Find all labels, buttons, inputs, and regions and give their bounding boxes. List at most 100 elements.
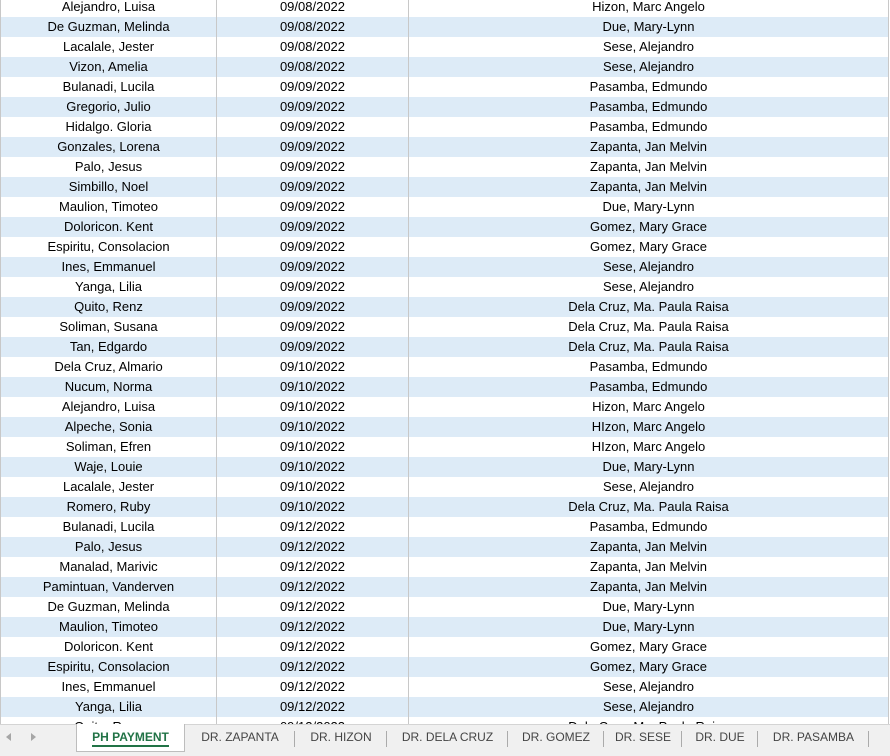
date-cell[interactable]: 09/12/2022 <box>217 697 409 717</box>
date-cell[interactable]: 09/08/2022 <box>217 0 409 17</box>
date-cell[interactable]: 09/09/2022 <box>217 97 409 117</box>
patient-name-cell[interactable]: Bulanadi, Lucila <box>1 77 217 97</box>
doctor-name-cell[interactable]: Pasamba, Edmundo <box>409 77 889 97</box>
date-cell[interactable]: 09/09/2022 <box>217 217 409 237</box>
patient-name-cell[interactable]: Espiritu, Consolacion <box>1 237 217 257</box>
date-cell[interactable]: 09/08/2022 <box>217 17 409 37</box>
doctor-name-cell[interactable]: Hizon, Marc Angelo <box>409 397 889 417</box>
sheet-tab-dr-gomez[interactable]: DR. GOMEZ <box>508 724 604 752</box>
doctor-name-cell[interactable]: Dela Cruz, Ma. Paula Raisa <box>409 337 889 357</box>
doctor-name-cell[interactable]: Dela Cruz, Ma. Paula Raisa <box>409 297 889 317</box>
doctor-name-cell[interactable]: Due, Mary-Lynn <box>409 197 889 217</box>
date-cell[interactable]: 09/12/2022 <box>217 557 409 577</box>
doctor-name-cell[interactable]: Sese, Alejandro <box>409 277 889 297</box>
patient-name-cell[interactable]: Hidalgo. Gloria <box>1 117 217 137</box>
doctor-name-cell[interactable]: Zapanta, Jan Melvin <box>409 157 889 177</box>
doctor-name-cell[interactable]: Pasamba, Edmundo <box>409 377 889 397</box>
doctor-name-cell[interactable]: Due, Mary-Lynn <box>409 617 889 637</box>
patient-name-cell[interactable]: Yanga, Lilia <box>1 697 217 717</box>
doctor-name-cell[interactable]: Gomez, Mary Grace <box>409 657 889 677</box>
doctor-name-cell[interactable]: Due, Mary-Lynn <box>409 17 889 37</box>
sheet-tab-dr-zapanta[interactable]: DR. ZAPANTA <box>185 724 295 752</box>
doctor-name-cell[interactable]: Sese, Alejandro <box>409 477 889 497</box>
date-cell[interactable]: 09/09/2022 <box>217 157 409 177</box>
doctor-name-cell[interactable]: Zapanta, Jan Melvin <box>409 557 889 577</box>
patient-name-cell[interactable]: Pamintuan, Vanderven <box>1 577 217 597</box>
date-cell[interactable]: 09/12/2022 <box>217 657 409 677</box>
doctor-name-cell[interactable]: Zapanta, Jan Melvin <box>409 537 889 557</box>
date-cell[interactable]: 09/09/2022 <box>217 137 409 157</box>
date-cell[interactable]: 09/12/2022 <box>217 677 409 697</box>
doctor-name-cell[interactable]: Pasamba, Edmundo <box>409 117 889 137</box>
date-cell[interactable]: 09/10/2022 <box>217 417 409 437</box>
patient-name-cell[interactable]: Doloricon. Kent <box>1 217 217 237</box>
patient-name-cell[interactable]: Palo, Jesus <box>1 157 217 177</box>
patient-name-cell[interactable]: Manalad, Marivic <box>1 557 217 577</box>
patient-name-cell[interactable]: Soliman, Susana <box>1 317 217 337</box>
date-cell[interactable]: 09/09/2022 <box>217 77 409 97</box>
date-cell[interactable]: 09/12/2022 <box>217 617 409 637</box>
patient-name-cell[interactable]: Alejandro, Luisa <box>1 397 217 417</box>
patient-name-cell[interactable]: Gregorio, Julio <box>1 97 217 117</box>
sheet-tab-ph-payment[interactable]: PH PAYMENT <box>76 724 185 752</box>
date-cell[interactable]: 09/10/2022 <box>217 397 409 417</box>
patient-name-cell[interactable]: Quito, Renz <box>1 717 217 724</box>
date-cell[interactable]: 09/09/2022 <box>217 117 409 137</box>
date-cell[interactable]: 09/09/2022 <box>217 317 409 337</box>
doctor-name-cell[interactable]: Gomez, Mary Grace <box>409 637 889 657</box>
patient-name-cell[interactable]: Lacalale, Jester <box>1 477 217 497</box>
sheet-tab-dr-due[interactable]: DR. DUE <box>682 724 758 752</box>
date-cell[interactable]: 09/12/2022 <box>217 597 409 617</box>
doctor-name-cell[interactable]: Sese, Alejandro <box>409 57 889 77</box>
doctor-name-cell[interactable]: Due, Mary-Lynn <box>409 457 889 477</box>
date-cell[interactable]: 09/09/2022 <box>217 337 409 357</box>
doctor-name-cell[interactable]: Pasamba, Edmundo <box>409 517 889 537</box>
date-cell[interactable]: 09/10/2022 <box>217 377 409 397</box>
patient-name-cell[interactable]: Lacalale, Jester <box>1 37 217 57</box>
date-cell[interactable]: 09/09/2022 <box>217 237 409 257</box>
doctor-name-cell[interactable]: Pasamba, Edmundo <box>409 97 889 117</box>
patient-name-cell[interactable]: Gonzales, Lorena <box>1 137 217 157</box>
patient-name-cell[interactable]: Alpeche, Sonia <box>1 417 217 437</box>
date-cell[interactable]: 09/10/2022 <box>217 497 409 517</box>
date-cell[interactable]: 09/09/2022 <box>217 257 409 277</box>
date-cell[interactable]: 09/12/2022 <box>217 537 409 557</box>
patient-name-cell[interactable]: Soliman, Efren <box>1 437 217 457</box>
patient-name-cell[interactable]: Doloricon. Kent <box>1 637 217 657</box>
doctor-name-cell[interactable]: Zapanta, Jan Melvin <box>409 577 889 597</box>
patient-name-cell[interactable]: Maulion, Timoteo <box>1 617 217 637</box>
doctor-name-cell[interactable]: Zapanta, Jan Melvin <box>409 177 889 197</box>
patient-name-cell[interactable]: Waje, Louie <box>1 457 217 477</box>
date-cell[interactable]: 09/10/2022 <box>217 357 409 377</box>
date-cell[interactable]: 09/10/2022 <box>217 457 409 477</box>
doctor-name-cell[interactable]: Sese, Alejandro <box>409 677 889 697</box>
patient-name-cell[interactable]: De Guzman, Melinda <box>1 17 217 37</box>
doctor-name-cell[interactable]: Sese, Alejandro <box>409 697 889 717</box>
date-cell[interactable]: 09/08/2022 <box>217 57 409 77</box>
doctor-name-cell[interactable]: Gomez, Mary Grace <box>409 237 889 257</box>
date-cell[interactable]: 09/09/2022 <box>217 277 409 297</box>
patient-name-cell[interactable]: Romero, Ruby <box>1 497 217 517</box>
patient-name-cell[interactable]: De Guzman, Melinda <box>1 597 217 617</box>
date-cell[interactable]: 09/09/2022 <box>217 297 409 317</box>
patient-name-cell[interactable]: Palo, Jesus <box>1 537 217 557</box>
patient-name-cell[interactable]: Vizon, Amelia <box>1 57 217 77</box>
doctor-name-cell[interactable]: Dela Cruz, Ma. Paula Raisa <box>409 717 889 724</box>
date-cell[interactable]: 09/10/2022 <box>217 437 409 457</box>
doctor-name-cell[interactable]: Zapanta, Jan Melvin <box>409 137 889 157</box>
patient-name-cell[interactable]: Dela Cruz, Almario <box>1 357 217 377</box>
date-cell[interactable]: 09/09/2022 <box>217 197 409 217</box>
patient-name-cell[interactable]: Tan, Edgardo <box>1 337 217 357</box>
doctor-name-cell[interactable]: Dela Cruz, Ma. Paula Raisa <box>409 497 889 517</box>
date-cell[interactable]: 09/12/2022 <box>217 517 409 537</box>
patient-name-cell[interactable]: Ines, Emmanuel <box>1 257 217 277</box>
doctor-name-cell[interactable]: Sese, Alejandro <box>409 37 889 57</box>
patient-name-cell[interactable]: Maulion, Timoteo <box>1 197 217 217</box>
sheet-tab-dr-sese[interactable]: DR. SESE <box>604 724 682 752</box>
doctor-name-cell[interactable]: Gomez, Mary Grace <box>409 217 889 237</box>
patient-name-cell[interactable]: Ines, Emmanuel <box>1 677 217 697</box>
doctor-name-cell[interactable]: Dela Cruz, Ma. Paula Raisa <box>409 317 889 337</box>
patient-name-cell[interactable]: Quito, Renz <box>1 297 217 317</box>
date-cell[interactable]: 09/12/2022 <box>217 717 409 724</box>
sheet-tab-dr-pasamba[interactable]: DR. PASAMBA <box>758 724 869 752</box>
